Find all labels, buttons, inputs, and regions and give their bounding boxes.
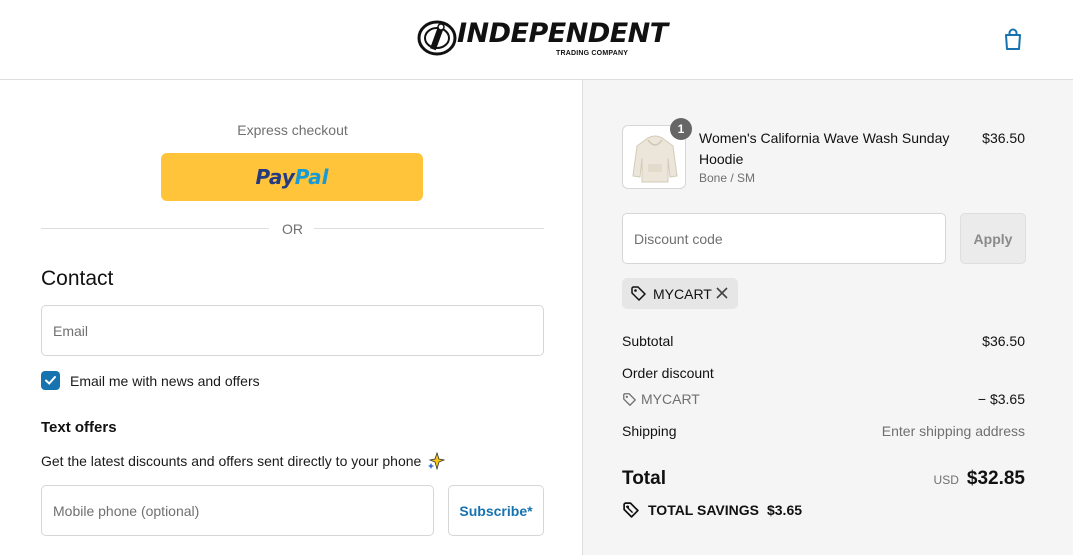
total-savings: TOTAL SAVINGS $3.65 xyxy=(622,501,802,519)
or-label: OR xyxy=(282,221,303,237)
order-summary: 1 Women's California Wave Wash Sunday Ho… xyxy=(582,80,1073,555)
newsletter-label[interactable]: Email me with news and offers xyxy=(70,373,260,389)
tag-icon xyxy=(631,286,646,301)
paypal-button[interactable]: Pay Pal xyxy=(161,153,423,201)
quantity-badge: 1 xyxy=(670,118,692,140)
site-header: INDEPENDENT TRADING COMPANY xyxy=(0,0,1073,80)
express-checkout-label: Express checkout xyxy=(237,122,348,138)
product-name: Women's California Wave Wash Sunday Hood… xyxy=(699,130,950,167)
discount-code-name: MYCART xyxy=(641,391,700,407)
paypal-text-pal: Pal xyxy=(294,165,329,189)
discount-code-field[interactable]: Discount code xyxy=(622,213,946,264)
apply-button[interactable]: Apply xyxy=(960,213,1026,264)
text-offers-heading: Text offers xyxy=(41,419,117,436)
savings-tag-icon xyxy=(623,502,639,518)
order-discount-label: Order discount xyxy=(622,365,714,381)
subtotal-label: Subtotal xyxy=(622,333,674,349)
savings-value: $3.65 xyxy=(766,502,803,518)
brand-name: INDEPENDENT xyxy=(457,18,668,49)
discount-value: − $3.65 xyxy=(977,391,1025,407)
total-value: $32.85 xyxy=(966,468,1025,489)
subscribe-button[interactable]: Subscribe* xyxy=(448,485,544,536)
mobile-phone-field[interactable]: Mobile phone (optional) xyxy=(41,485,434,536)
applied-discount-chip: MYCART xyxy=(622,278,738,309)
tag-icon xyxy=(623,392,636,406)
total-label: Total xyxy=(622,468,666,489)
or-divider: OR xyxy=(41,220,544,238)
close-icon[interactable] xyxy=(715,286,729,300)
email-field[interactable]: Email xyxy=(41,305,544,356)
newsletter-checkbox[interactable] xyxy=(41,371,60,390)
sparkle-icon xyxy=(428,452,445,470)
shipping-label: Shipping xyxy=(622,423,677,439)
currency-code: USD xyxy=(933,473,959,487)
product-price: $36.50 xyxy=(982,130,1025,146)
paypal-text-pay: Pay xyxy=(255,165,295,189)
subtotal-value: $36.50 xyxy=(982,333,1025,349)
brand-subtitle: TRADING COMPANY xyxy=(556,50,629,57)
text-offers-description: Get the latest discounts and offers sent… xyxy=(41,453,422,469)
checkout-form: Express checkout Pay Pal OR Contact Email… xyxy=(0,80,582,555)
checkmark-icon xyxy=(45,376,56,385)
brand-logo[interactable]: INDEPENDENT TRADING COMPANY xyxy=(417,16,668,60)
shopping-bag-icon[interactable] xyxy=(1000,26,1026,52)
savings-label: TOTAL SAVINGS xyxy=(648,502,759,518)
discount-code-row: MYCART xyxy=(622,391,700,407)
contact-heading: Contact xyxy=(41,267,114,290)
shipping-value: Enter shipping address xyxy=(881,423,1025,439)
total-amount: USD $32.85 xyxy=(934,468,1025,490)
product-variant: Bone / SM xyxy=(699,171,756,185)
brand-emblem-icon xyxy=(417,20,457,56)
applied-discount-code: MYCART xyxy=(653,285,712,302)
